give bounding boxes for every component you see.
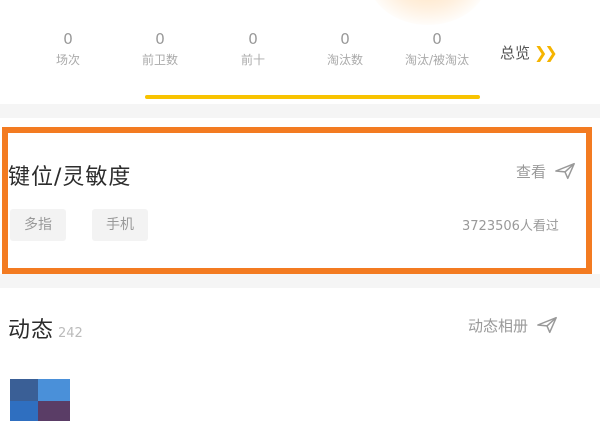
moments-title: 动态 242 bbox=[8, 312, 83, 344]
highlight-frame bbox=[2, 127, 592, 274]
stat-label: 场次 bbox=[55, 53, 81, 67]
stat-matches[interactable]: 0 场次 bbox=[56, 30, 80, 68]
stat-value: 0 bbox=[155, 30, 165, 48]
stat-value: 0 bbox=[340, 30, 350, 48]
overview-label: 总览 bbox=[500, 44, 531, 62]
stat-label: 前卫数 bbox=[141, 53, 179, 67]
stat-label: 淘汰数 bbox=[326, 53, 364, 67]
stats-card: 0 场次 0 前卫数 0 前十 0 淘汰数 0 淘汰/被淘汰 总览 ❯❯ bbox=[0, 0, 600, 104]
paper-plane-arrow-icon bbox=[537, 316, 557, 334]
double-chevron-right-icon: ❯❯ bbox=[534, 43, 558, 62]
moments-title-text: 动态 bbox=[8, 318, 55, 343]
moments-count: 242 bbox=[58, 326, 83, 341]
moment-thumbnail[interactable] bbox=[10, 379, 70, 421]
stat-value: 0 bbox=[432, 30, 442, 48]
album-link[interactable]: 动态相册 bbox=[468, 314, 558, 336]
paper-plane-arrow-icon bbox=[555, 162, 575, 180]
stat-value: 0 bbox=[248, 30, 258, 48]
moments-section bbox=[0, 288, 600, 421]
keymap-view-link[interactable]: 查看 bbox=[516, 160, 576, 182]
stat-eliminations[interactable]: 0 淘汰数 bbox=[327, 30, 363, 68]
view-label: 查看 bbox=[516, 162, 547, 181]
overview-link[interactable]: 总览 ❯❯ bbox=[500, 42, 558, 63]
header-glow bbox=[368, 0, 488, 25]
stat-kd-ratio[interactable]: 0 淘汰/被淘汰 bbox=[405, 30, 469, 68]
keymap-title: 键位/灵敏度 bbox=[8, 165, 132, 190]
stat-top-ten[interactable]: 0 前十 bbox=[241, 30, 265, 68]
stat-value: 0 bbox=[63, 30, 73, 48]
tag-phone[interactable]: 手机 bbox=[92, 209, 148, 241]
stat-label: 前十 bbox=[240, 53, 266, 67]
stat-top-rank[interactable]: 0 前卫数 bbox=[142, 30, 178, 68]
view-count: 3723506人看过 bbox=[462, 219, 559, 234]
tag-multi-finger[interactable]: 多指 bbox=[10, 209, 66, 241]
stat-label: 淘汰/被淘汰 bbox=[404, 53, 470, 67]
tab-indicator bbox=[145, 95, 480, 99]
album-label: 动态相册 bbox=[468, 316, 529, 335]
